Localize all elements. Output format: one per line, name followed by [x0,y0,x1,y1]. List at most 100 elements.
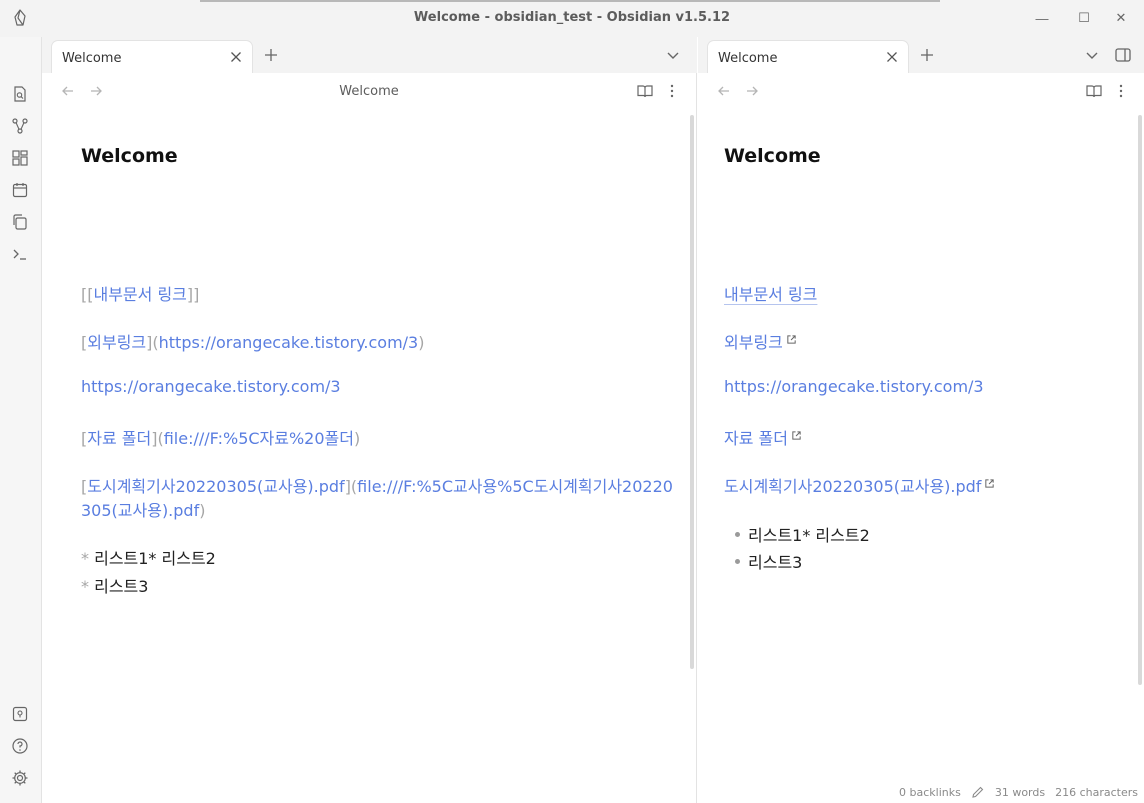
external-link-text[interactable]: 외부링크 [87,333,146,352]
pdf-link[interactable]: 도시계획기사20220305(교사용).pdf [724,473,995,497]
close-tab-icon[interactable] [228,49,244,65]
external-link-text: 외부링크 [724,333,783,352]
folder-link-text: 자료 폴더 [724,429,788,448]
file-search-icon [14,86,26,102]
word-count: 31 words [994,785,1046,799]
source-external-link-line[interactable]: [외부링크](https://orangecake.tistory.com/3) [81,329,424,353]
source-internal-link-line[interactable]: [[내부문서 링크]] [81,281,199,305]
source-list-line-1[interactable]: * 리스트1* 리스트2 [81,545,216,569]
list-marker: * [81,577,89,596]
bracket-close: ) [353,429,361,448]
settings-icon [12,770,28,786]
source-editor[interactable]: Welcome [[내부문서 링크]] [외부링크](https://orang… [42,73,696,803]
source-folder-link-line[interactable]: [자료 폴더](file:///F:%5C자료%20폴더) [81,425,360,449]
folder-link-url[interactable]: file:///F:%5C자료%20폴더 [164,429,354,448]
list-item: 리스트3 [735,549,802,573]
bracket-mid: ]( [146,333,159,352]
bracket-mid: ]( [344,477,358,496]
bullet-icon [735,559,740,564]
reading-view: Welcome 내부문서 링크 외부링크 https://orangecake.… [698,73,1144,803]
new-tab-button[interactable] [262,46,280,64]
bare-url-link[interactable]: https://orangecake.tistory.com/3 [724,377,984,396]
note-heading: Welcome [81,145,178,167]
source-list-line-2[interactable]: * 리스트3 [81,573,148,597]
bracket-close: ]] [186,285,200,304]
left-ribbon [0,37,42,803]
copy-icon [13,214,27,230]
tab-welcome-right[interactable]: Welcome [707,40,909,73]
tab-list-button[interactable] [664,46,682,64]
pdf-link-url[interactable]: file:///F:%5C교사용%5C도시계획기사20220 [357,477,673,496]
backlinks-count[interactable]: 0 backlinks [899,786,961,799]
minimize-icon: — [1035,10,1049,26]
external-link-url[interactable]: https://orangecake.tistory.com/3 [159,333,419,352]
list-item-text: 리스트3 [748,553,803,572]
bracket-close: ) [418,333,425,352]
pdf-link-url-continued[interactable]: 305(교사용).pdf [81,501,199,520]
vault-icon [12,706,28,722]
bracket-close: ) [199,501,206,520]
tab-label: Welcome [718,51,778,66]
source-pdf-link-line[interactable]: [도시계획기사20220305(교사용).pdf](file:///F:%5C교… [81,473,673,497]
ribbon-button-quick-switcher[interactable] [10,84,30,104]
external-link-icon [985,479,995,488]
pdf-link-text[interactable]: 도시계획기사20220305(교사용).pdf [87,477,344,496]
list-item-text: 리스트1* 리스트2 [748,526,870,545]
list-marker: * [81,549,89,568]
tab-label: Welcome [62,51,122,66]
status-bar: 0 backlinks 31 words 216 characters [899,785,1138,799]
external-link[interactable]: 외부링크 [724,329,797,353]
editor-pane-source: Welcome Welcome [[내부문서 링크]] [외부링크](https… [42,73,697,803]
title-bar: Welcome - obsidian_test - Obsidian v1.5.… [0,0,1144,37]
external-link-icon [787,335,796,344]
maximize-icon: ☐ [1078,10,1090,25]
internal-link[interactable]: 내부문서 링크 [724,281,817,305]
plus-icon [265,49,277,61]
right-sidebar-icon [1115,48,1131,62]
ribbon-button-templates[interactable] [10,212,30,232]
ribbon-button-help[interactable] [10,736,30,756]
ribbon-button-canvas[interactable] [10,148,30,168]
scrollbar[interactable] [690,115,694,669]
chevron-down-icon [667,52,679,59]
external-link-icon [792,431,801,440]
ribbon-button-daily-note[interactable] [10,180,30,200]
list-text: 리스트3 [94,577,149,596]
plus-icon [921,49,933,61]
canvas-icon [12,150,28,166]
new-tab-button[interactable] [918,46,936,64]
reading-pane: Welcome 내부문서 링크 외부링크 https://orangecake.… [698,73,1144,803]
ribbon-button-settings[interactable] [10,768,30,788]
toggle-right-sidebar-button[interactable] [1114,46,1132,64]
minimize-button[interactable]: — [1019,6,1065,30]
graph-icon [12,118,28,134]
bracket-open: [[ [81,285,94,304]
right-tab-strip: Welcome [698,37,1144,73]
ribbon-button-command-palette[interactable] [10,244,30,264]
terminal-icon [13,249,26,260]
close-icon: ✕ [1115,10,1127,25]
bullet-icon [735,532,740,537]
tab-list-button[interactable] [1083,46,1101,64]
source-bare-url[interactable]: https://orangecake.tistory.com/3 [81,377,341,396]
bracket-mid: ]( [151,429,164,448]
note-heading: Welcome [724,145,821,167]
pdf-link-text: 도시계획기사20220305(교사용).pdf [724,477,982,496]
folder-link[interactable]: 자료 폴더 [724,425,802,449]
list-text: 리스트1* 리스트2 [94,549,216,568]
close-window-button[interactable]: ✕ [1098,6,1144,30]
pencil-icon[interactable] [971,785,985,799]
tab-welcome-left[interactable]: Welcome [51,40,253,73]
list-item: 리스트1* 리스트2 [735,522,870,546]
ribbon-button-graph[interactable] [10,116,30,136]
ribbon-button-open-vault[interactable] [10,704,30,724]
close-tab-icon[interactable] [884,49,900,65]
window-title: Welcome - obsidian_test - Obsidian v1.5.… [413,10,731,25]
folder-link-text[interactable]: 자료 폴더 [87,429,151,448]
scrollbar[interactable] [1138,115,1142,685]
title-bar-accent [200,0,940,2]
calendar-icon [12,183,28,198]
character-count: 216 characters [1055,785,1138,799]
source-pdf-link-line-wrap[interactable]: 305(교사용).pdf) [81,497,205,521]
internal-link-text[interactable]: 내부문서 링크 [93,285,186,304]
